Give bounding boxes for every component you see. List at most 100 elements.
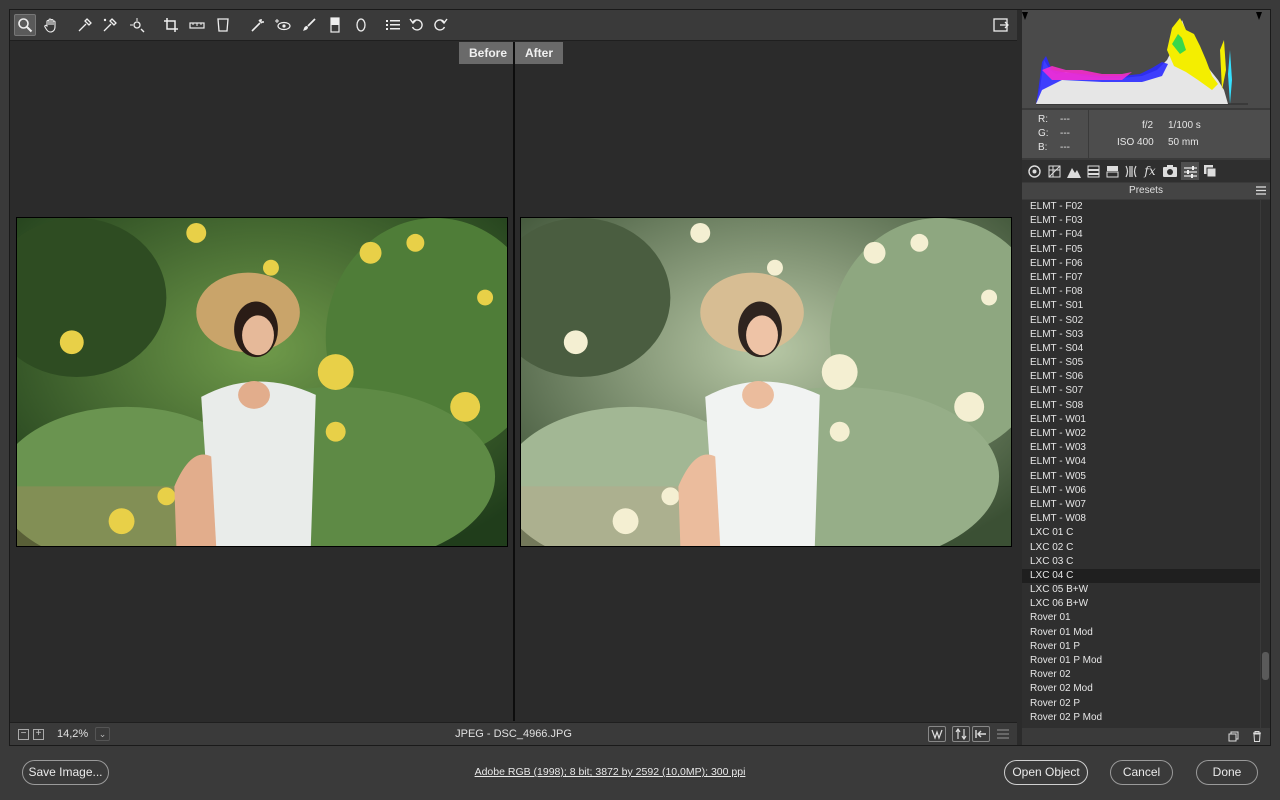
preset-item[interactable]: ELMT - S04: [1022, 342, 1260, 356]
panel-menu-icon[interactable]: [1256, 186, 1266, 195]
preset-item[interactable]: ELMT - S06: [1022, 370, 1260, 384]
preset-item[interactable]: Rover 01 Mod: [1022, 626, 1260, 640]
preset-item[interactable]: Rover 01: [1022, 611, 1260, 625]
toolbar: [10, 10, 1017, 41]
before-after-divider: [513, 42, 515, 721]
preset-item[interactable]: ELMT - S02: [1022, 314, 1260, 328]
g-value: ---: [1060, 128, 1070, 139]
preset-item[interactable]: ELMT - F06: [1022, 257, 1260, 271]
red-eye-icon[interactable]: [272, 14, 294, 36]
before-image[interactable]: [16, 217, 508, 547]
preset-item[interactable]: ELMT - W01: [1022, 413, 1260, 427]
preset-item[interactable]: ELMT - S07: [1022, 384, 1260, 398]
after-label: After: [515, 42, 564, 64]
before-after-view-icon[interactable]: [928, 726, 946, 742]
new-preset-icon[interactable]: [1228, 731, 1239, 742]
scrollbar-thumb[interactable]: [1262, 652, 1269, 680]
detail-tab-icon[interactable]: [1065, 162, 1083, 180]
preset-item[interactable]: Rover 02 P Mod: [1022, 711, 1260, 725]
split-toning-tab-icon[interactable]: [1103, 162, 1121, 180]
preset-item[interactable]: ELMT - F05: [1022, 243, 1260, 257]
b-label: B:: [1038, 142, 1048, 153]
spot-removal-icon[interactable]: [246, 14, 268, 36]
preset-item[interactable]: ELMT - F07: [1022, 271, 1260, 285]
color-sampler-icon[interactable]: [99, 14, 121, 36]
crop-icon[interactable]: [160, 14, 182, 36]
preset-item[interactable]: ELMT - S03: [1022, 328, 1260, 342]
preset-item[interactable]: LXC 03 C: [1022, 555, 1260, 569]
preset-scrollbar[interactable]: [1261, 200, 1270, 728]
view-status-bar: − + 14,2% ⌄ JPEG - DSC_4966.JPG: [10, 722, 1017, 745]
preset-item[interactable]: ELMT - F02: [1022, 200, 1260, 214]
preset-item[interactable]: ELMT - F04: [1022, 228, 1260, 242]
r-value: ---: [1060, 114, 1070, 125]
before-label: Before: [459, 42, 518, 64]
preset-item[interactable]: LXC 06 B+W: [1022, 597, 1260, 611]
preset-item[interactable]: ELMT - W05: [1022, 470, 1260, 484]
preset-item[interactable]: Rover 02: [1022, 668, 1260, 682]
panel-footer: [1022, 728, 1270, 745]
preset-item[interactable]: ELMT - W02: [1022, 427, 1260, 441]
preset-item[interactable]: ELMT - W08: [1022, 512, 1260, 526]
pixel-info: R: --- G: --- B: --- f/2 1/100 s ISO 400 50…: [1022, 110, 1270, 158]
targeted-adjustment-icon[interactable]: [126, 14, 148, 36]
trash-icon[interactable]: [1252, 731, 1262, 742]
shadow-clipping-icon: [1022, 12, 1028, 20]
tone-curve-tab-icon[interactable]: [1045, 162, 1063, 180]
straighten-icon[interactable]: [186, 14, 208, 36]
preset-item[interactable]: LXC 02 C: [1022, 541, 1260, 555]
copy-settings-icon[interactable]: [972, 726, 990, 742]
preset-item[interactable]: ELMT - F08: [1022, 285, 1260, 299]
cancel-button[interactable]: Cancel: [1110, 760, 1173, 785]
preset-item[interactable]: LXC 01 C: [1022, 526, 1260, 540]
aperture: f/2: [1142, 120, 1154, 131]
preset-item[interactable]: LXC 05 B+W: [1022, 583, 1260, 597]
preset-item[interactable]: ELMT - S01: [1022, 299, 1260, 313]
preset-item[interactable]: Rover 01 P Mod: [1022, 654, 1260, 668]
graduated-filter-icon[interactable]: [324, 14, 346, 36]
effects-tab-icon[interactable]: fx: [1141, 162, 1159, 180]
snapshots-tab-icon[interactable]: [1201, 162, 1219, 180]
preferences-icon[interactable]: [382, 14, 404, 36]
info-separator: [1088, 110, 1089, 158]
after-image[interactable]: [520, 217, 1012, 547]
rotate-right-icon[interactable]: [429, 14, 451, 36]
histogram: [1022, 10, 1270, 108]
preset-item[interactable]: ELMT - F03: [1022, 214, 1260, 228]
preset-item[interactable]: Rover 02 P: [1022, 697, 1260, 711]
open-object-button[interactable]: Open Object: [1004, 760, 1088, 785]
hsl-tab-icon[interactable]: [1084, 162, 1102, 180]
fullscreen-icon[interactable]: [990, 14, 1012, 36]
done-button[interactable]: Done: [1196, 760, 1258, 785]
file-info: JPEG - DSC_4966.JPG: [455, 728, 572, 740]
transform-icon[interactable]: [212, 14, 234, 36]
lens-corrections-tab-icon[interactable]: [1122, 162, 1140, 180]
g-label: G:: [1038, 128, 1049, 139]
presets-tab-icon[interactable]: [1181, 162, 1199, 180]
preset-item[interactable]: ELMT - W06: [1022, 484, 1260, 498]
preset-item[interactable]: LXC 04 C: [1022, 568, 1260, 584]
preset-item[interactable]: ELMT - W07: [1022, 498, 1260, 512]
preset-item[interactable]: Rover 01 P: [1022, 640, 1260, 654]
preset-item[interactable]: ELMT - S05: [1022, 356, 1260, 370]
adjustment-brush-icon[interactable]: [298, 14, 320, 36]
b-value: ---: [1060, 142, 1070, 153]
presets-title: Presets: [1129, 185, 1163, 196]
preset-item[interactable]: ELMT - S08: [1022, 399, 1260, 413]
camera-calibration-tab-icon[interactable]: [1161, 162, 1179, 180]
basic-tab-icon[interactable]: [1025, 162, 1043, 180]
right-panel: R: --- G: --- B: --- f/2 1/100 s ISO 400 50…: [1022, 10, 1270, 745]
presets-header: Presets: [1022, 183, 1270, 199]
swap-settings-icon[interactable]: [952, 726, 970, 742]
radial-filter-icon[interactable]: [350, 14, 372, 36]
toggle-settings-icon[interactable]: [994, 726, 1012, 742]
preset-item[interactable]: ELMT - W04: [1022, 455, 1260, 469]
preset-item[interactable]: Rover 02 Mod: [1022, 682, 1260, 696]
preset-list: ELMT - F02 ELMT - F03 ELMT - F04 ELMT - F05…: [1022, 200, 1260, 728]
preset-item[interactable]: ELMT - W03: [1022, 441, 1260, 455]
hand-icon[interactable]: [40, 14, 62, 36]
highlight-clipping-icon: [1256, 12, 1262, 20]
white-balance-icon[interactable]: [74, 14, 96, 36]
rotate-left-icon[interactable]: [406, 14, 428, 36]
zoom-icon[interactable]: [14, 14, 36, 36]
